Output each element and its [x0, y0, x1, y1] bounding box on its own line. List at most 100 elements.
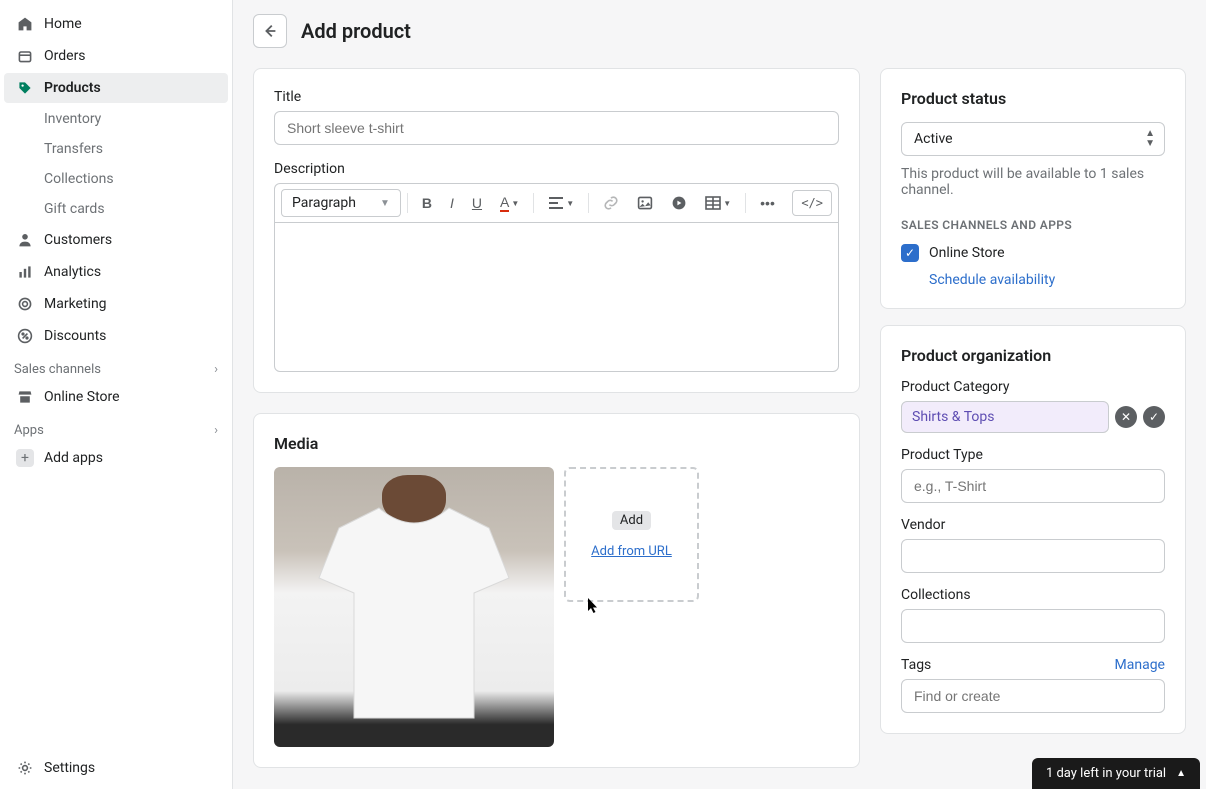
- tags-input[interactable]: [901, 679, 1165, 713]
- status-heading: Product status: [901, 89, 1165, 108]
- nav-transfers[interactable]: Transfers: [4, 135, 228, 163]
- title-label: Title: [274, 89, 839, 105]
- back-button[interactable]: [253, 14, 287, 48]
- nav-orders[interactable]: Orders: [4, 41, 228, 71]
- channel-label: Online Store: [929, 245, 1005, 261]
- trial-banner[interactable]: 1 day left in your trial ▲: [1032, 758, 1200, 789]
- nav-discounts[interactable]: Discounts: [4, 321, 228, 351]
- media-heading: Media: [274, 434, 839, 453]
- check-icon: ✓: [1149, 410, 1159, 424]
- add-from-url-link[interactable]: Add from URL: [591, 544, 672, 559]
- nav-inventory[interactable]: Inventory: [4, 105, 228, 133]
- media-add-zone[interactable]: Add Add from URL: [564, 467, 699, 602]
- link-button[interactable]: [595, 189, 627, 217]
- nav-label: Online Store: [44, 389, 120, 405]
- format-label: Paragraph: [292, 195, 356, 211]
- category-label: Product Category: [901, 379, 1165, 395]
- person-icon: [16, 231, 34, 249]
- vendor-label: Vendor: [901, 517, 1165, 533]
- underline-button[interactable]: U: [464, 189, 490, 217]
- nav-label: Inventory: [44, 111, 101, 127]
- nav-online-store[interactable]: Online Store: [4, 382, 228, 412]
- arrow-left-icon: [261, 22, 279, 40]
- nav-label: Collections: [44, 171, 114, 187]
- add-media-button[interactable]: Add: [612, 511, 651, 530]
- nav-label: Gift cards: [44, 201, 105, 217]
- schedule-link[interactable]: Schedule availability: [929, 272, 1165, 288]
- status-card: Product status Active ▲▼ This product wi…: [880, 68, 1186, 309]
- sidebar: Home Orders Products Inventory Transfers…: [0, 0, 232, 789]
- text-color-button[interactable]: A▼: [492, 188, 527, 218]
- type-input[interactable]: [901, 469, 1165, 503]
- organization-card: Product organization Product Category Sh…: [880, 325, 1186, 734]
- nav-label: Products: [44, 80, 101, 96]
- chevron-right-icon: ›: [214, 362, 218, 377]
- channels-subhead: SALES CHANNELS AND APPS: [901, 218, 1165, 232]
- media-card: Media Add Add from URL: [253, 413, 860, 768]
- manage-tags-link[interactable]: Manage: [1115, 657, 1165, 673]
- chevron-right-icon: ›: [214, 423, 218, 438]
- category-clear-button[interactable]: ✕: [1115, 406, 1137, 428]
- nav-analytics[interactable]: Analytics: [4, 257, 228, 287]
- type-label: Product Type: [901, 447, 1165, 463]
- rte-toolbar: Paragraph ▼ B I U A▼ ▼ ▼ •••: [274, 183, 839, 222]
- nav-label: Add apps: [44, 450, 103, 466]
- status-select[interactable]: Active: [901, 122, 1165, 156]
- nav-marketing[interactable]: Marketing: [4, 289, 228, 319]
- page-title: Add product: [301, 19, 411, 43]
- nav-label: Discounts: [44, 328, 106, 344]
- gear-icon: [16, 759, 34, 777]
- nav-label: Settings: [44, 760, 95, 776]
- vendor-input[interactable]: [901, 539, 1165, 573]
- nav-home[interactable]: Home: [4, 9, 228, 39]
- video-button[interactable]: [663, 189, 695, 217]
- discount-icon: [16, 327, 34, 345]
- checkbox-checked-icon[interactable]: ✓: [901, 244, 919, 262]
- italic-button[interactable]: I: [442, 189, 462, 217]
- collections-input[interactable]: [901, 609, 1165, 643]
- sales-channels-header[interactable]: Sales channels ›: [0, 352, 232, 381]
- code-view-button[interactable]: </>: [792, 190, 832, 216]
- orders-icon: [16, 47, 34, 65]
- nav-label: Marketing: [44, 296, 107, 312]
- nav-customers[interactable]: Customers: [4, 225, 228, 255]
- analytics-icon: [16, 263, 34, 281]
- channel-row[interactable]: ✓ Online Store: [901, 244, 1165, 262]
- page-header: Add product: [233, 0, 1206, 48]
- nav-products[interactable]: Products: [4, 73, 228, 103]
- caret-down-icon: ▼: [380, 198, 390, 209]
- section-label: Sales channels: [14, 362, 101, 377]
- category-input[interactable]: Shirts & Tops: [901, 401, 1109, 433]
- format-dropdown[interactable]: Paragraph ▼: [281, 189, 401, 217]
- nav-add-apps[interactable]: + Add apps: [4, 443, 228, 473]
- tag-icon: [16, 79, 34, 97]
- org-heading: Product organization: [901, 346, 1165, 365]
- caret-up-icon: ▲: [1176, 768, 1186, 779]
- table-button[interactable]: ▼: [697, 190, 739, 216]
- description-label: Description: [274, 161, 839, 177]
- collections-label: Collections: [901, 587, 1165, 603]
- align-button[interactable]: ▼: [540, 190, 582, 216]
- store-icon: [16, 388, 34, 406]
- main-content: Add product Title Description Paragraph …: [232, 0, 1206, 789]
- plus-icon: +: [16, 449, 34, 467]
- media-thumbnail[interactable]: [274, 467, 554, 747]
- target-icon: [16, 295, 34, 313]
- bold-button[interactable]: B: [414, 189, 440, 217]
- apps-header[interactable]: Apps ›: [0, 413, 232, 442]
- image-button[interactable]: [629, 189, 661, 217]
- nav-label: Transfers: [44, 141, 103, 157]
- nav-label: Orders: [44, 48, 86, 64]
- nav-giftcards[interactable]: Gift cards: [4, 195, 228, 223]
- title-card: Title Description Paragraph ▼ B I U A▼ ▼: [253, 68, 860, 393]
- more-button[interactable]: •••: [752, 189, 783, 217]
- category-confirm-button[interactable]: ✓: [1143, 406, 1165, 428]
- description-editor[interactable]: [274, 222, 839, 372]
- section-label: Apps: [14, 423, 44, 438]
- nav-collections[interactable]: Collections: [4, 165, 228, 193]
- trial-text: 1 day left in your trial: [1046, 766, 1166, 781]
- nav-label: Home: [44, 16, 82, 32]
- nav-settings[interactable]: Settings: [4, 753, 228, 783]
- status-helper: This product will be available to 1 sale…: [901, 166, 1165, 198]
- title-input[interactable]: [274, 111, 839, 145]
